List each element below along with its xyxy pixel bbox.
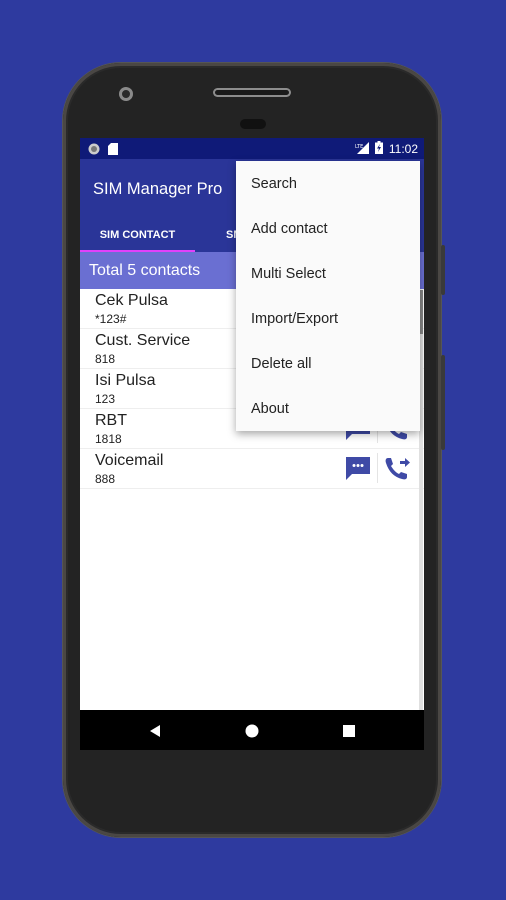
proximity-sensor: [240, 119, 266, 129]
phone-screen: LTE 11:02 SIM Manager Pro SIM CONTACT SM…: [80, 138, 424, 750]
menu-item-label: Delete all: [251, 355, 312, 372]
tab-label: SIM CONTACT: [99, 228, 176, 241]
menu-item-multi-select[interactable]: Multi Select: [236, 251, 420, 296]
menu-item-label: Add contact: [251, 220, 328, 237]
summary-text: Total 5 contacts: [89, 262, 201, 279]
contact-name: Cust. Service: [95, 332, 191, 349]
menu-item-label: Import/Export: [251, 310, 339, 327]
earpiece-speaker: [213, 88, 291, 97]
battery-charging-icon: [374, 141, 383, 157]
action-divider: [377, 453, 378, 483]
volume-button: [441, 355, 445, 450]
clock: 11:02: [388, 142, 418, 156]
front-camera: [119, 87, 133, 101]
tab-sim-contact[interactable]: SIM CONTACT: [80, 217, 195, 252]
power-button: [441, 245, 445, 295]
recents-icon[interactable]: [340, 722, 358, 740]
lte-signal-icon: LTE: [355, 141, 369, 157]
contact-number: 123: [95, 392, 116, 406]
status-bar: LTE 11:02: [80, 138, 424, 159]
contact-row[interactable]: Voicemail 888: [80, 449, 424, 489]
contact-number: *123#: [95, 312, 127, 326]
menu-item-search[interactable]: Search: [236, 161, 420, 206]
call-forward-icon[interactable]: [383, 454, 411, 482]
menu-item-about[interactable]: About: [236, 386, 420, 431]
contact-name: RBT: [95, 412, 127, 429]
message-icon[interactable]: [344, 454, 372, 482]
svg-text:LTE: LTE: [355, 144, 363, 150]
menu-item-label: Search: [251, 175, 297, 192]
contact-name: Cek Pulsa: [95, 292, 168, 309]
contact-number: 888: [95, 472, 116, 486]
sd-card-icon: [108, 142, 118, 160]
contact-number: 1818: [95, 432, 122, 446]
back-icon[interactable]: [147, 722, 165, 740]
contact-number: 818: [95, 352, 116, 366]
navigation-bar: [80, 710, 424, 750]
record-icon: [88, 142, 100, 160]
contact-name: Voicemail: [95, 452, 164, 469]
menu-item-delete-all[interactable]: Delete all: [236, 341, 420, 386]
menu-item-add-contact[interactable]: Add contact: [236, 206, 420, 251]
menu-item-import-export[interactable]: Import/Export: [236, 296, 420, 341]
overflow-menu: Search Add contact Multi Select Import/E…: [236, 161, 420, 431]
home-icon[interactable]: [243, 722, 261, 740]
app-title: SIM Manager Pro: [93, 180, 223, 198]
menu-item-label: Multi Select: [251, 265, 326, 282]
menu-item-label: About: [251, 400, 289, 417]
contact-name: Isi Pulsa: [95, 372, 156, 389]
